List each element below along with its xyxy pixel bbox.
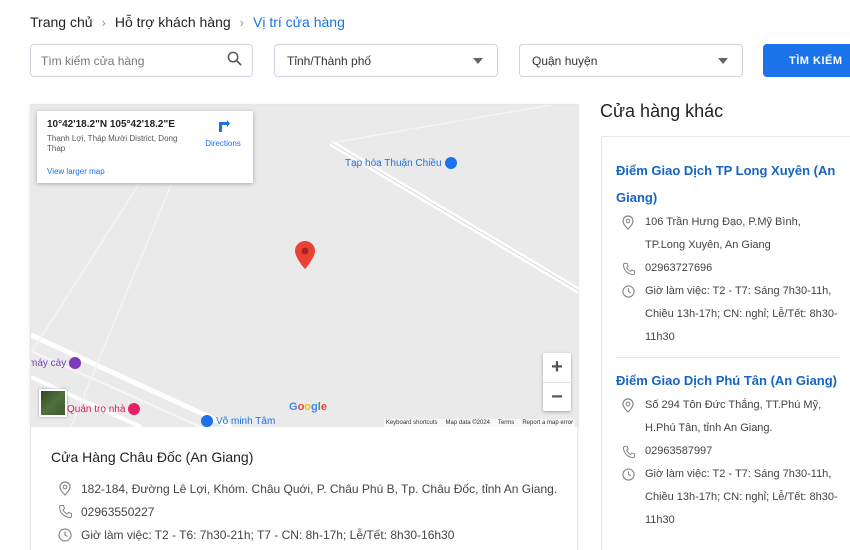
map-poi-lodging[interactable]: Quán trọ nhà <box>67 403 141 415</box>
other-store-hours: Giờ làm việc: T2 - T7: Sáng 7h30-11h, Ch… <box>645 285 838 343</box>
other-store-phone[interactable]: 02963587997 <box>645 440 841 463</box>
store-phone-row: 02963550227 <box>51 500 561 523</box>
bed-icon <box>128 403 141 415</box>
map-poi-store[interactable]: Tạp hóa Thuận Chiều <box>345 157 457 169</box>
clock-icon <box>57 527 73 543</box>
district-select-value: Quận huyện <box>532 53 598 68</box>
other-store-address: Số 294 Tôn Đức Thắng, TT.Phú Mỹ, H.Phú T… <box>645 399 822 434</box>
map-poi-person[interactable]: Võ minh Tâm <box>201 415 275 427</box>
terms-link[interactable]: Terms <box>498 420 514 426</box>
store-hours: Giờ làm việc: T2 - T6: 7h30-21h; T7 - CN… <box>81 527 455 542</box>
breadcrumb-current: Vị trí cửa hàng <box>253 14 345 30</box>
other-stores-title: Cửa hàng khác <box>600 101 724 121</box>
map-poi-label: máy cày <box>31 357 67 369</box>
map-poi-label: Võ minh Tâm <box>216 415 276 427</box>
zoom-in-button[interactable]: + <box>543 353 571 382</box>
keyboard-shortcuts-link[interactable]: Keyboard shortcuts <box>386 420 438 426</box>
other-store-address-row: Số 294 Tôn Đức Thắng, TT.Phú Mỹ, H.Phú T… <box>616 394 841 440</box>
list-item[interactable]: Điểm Giao Dịch TP Long Xuyên (An Giang) … <box>616 157 841 349</box>
map-pin-icon[interactable] <box>295 241 315 269</box>
map-poi-label: Quán trọ nhà <box>67 403 126 415</box>
other-store-name[interactable]: Điểm Giao Dịch Phú Tân (An Giang) <box>616 367 841 394</box>
map-place-card: 10°42'18.2"N 105°42'18.2"E Thạnh Lợi, Th… <box>37 111 253 183</box>
report-map-error-link[interactable]: Report a map error <box>522 420 573 426</box>
search-button[interactable]: TÌM KIẾM <box>763 44 850 77</box>
other-stores-list: Điểm Giao Dịch TP Long Xuyên (An Giang) … <box>601 136 850 550</box>
province-select-value: Tỉnh/Thành phố <box>287 53 372 68</box>
clock-icon <box>622 280 636 303</box>
map-poi-label: Tạp hóa Thuận Chiều <box>345 157 442 169</box>
store-search-box <box>30 44 253 77</box>
satellite-toggle[interactable] <box>39 389 67 417</box>
breadcrumb-separator: › <box>239 14 245 30</box>
phone-icon <box>57 504 73 520</box>
google-logo: Google <box>289 401 327 413</box>
other-store-name[interactable]: Điểm Giao Dịch TP Long Xuyên (An Giang) <box>616 157 841 211</box>
location-pin-icon <box>622 394 636 417</box>
store-search-input[interactable] <box>41 53 227 68</box>
breadcrumb-home[interactable]: Trang chủ <box>30 14 93 30</box>
chevron-down-icon <box>718 57 728 64</box>
province-select[interactable]: Tỉnh/Thành phố <box>274 44 498 77</box>
other-store-hours-row: Giờ làm việc: T2 - T7: Sáng 7h30-11h, Ch… <box>616 280 841 349</box>
phone-icon <box>622 257 636 280</box>
location-pin-icon <box>622 211 636 234</box>
store-name: Cửa Hàng Châu Đốc (An Giang) <box>51 449 254 465</box>
store-address-row: 182-184, Đường Lê Lợi, Khóm. Châu Quới, … <box>51 477 561 500</box>
search-icon[interactable] <box>227 51 242 71</box>
shop-icon <box>444 157 457 169</box>
other-store-hours: Giờ làm việc: T2 - T7: Sáng 7h30-11h, Ch… <box>645 468 838 526</box>
embedded-map[interactable]: 10°42'18.2"N 105°42'18.2"E Thạnh Lợi, Th… <box>31 105 579 427</box>
place-icon <box>201 415 213 427</box>
map-footer: Keyboard shortcuts Map data ©2024 Terms … <box>383 419 575 427</box>
store-phone[interactable]: 02963550227 <box>81 505 154 519</box>
location-pin-icon <box>57 481 73 497</box>
phone-icon <box>622 440 636 463</box>
breadcrumb: Trang chủ › Hỗ trợ khách hàng › Vị trí c… <box>30 14 345 30</box>
store-map-card: 10°42'18.2"N 105°42'18.2"E Thạnh Lợi, Th… <box>30 104 579 550</box>
breadcrumb-separator: › <box>101 14 106 30</box>
other-store-phone-row: 02963727696 <box>616 257 841 280</box>
list-item[interactable]: Điểm Giao Dịch Phú Tân (An Giang) Số 294… <box>616 367 841 532</box>
store-hours-row: Giờ làm việc: T2 - T6: 7h30-21h; T7 - CN… <box>51 523 561 546</box>
other-store-address: 106 Trần Hưng Đạo, P.Mỹ Bình, TP.Long Xu… <box>645 216 801 251</box>
map-data-text: Map data ©2024 <box>445 420 490 426</box>
store-address: 182-184, Đường Lê Lợi, Khóm. Châu Quới, … <box>81 481 558 496</box>
clock-icon <box>622 463 636 486</box>
tractor-icon <box>69 357 82 369</box>
breadcrumb-support[interactable]: Hỗ trợ khách hàng <box>115 14 231 30</box>
chevron-down-icon <box>473 57 483 64</box>
district-select[interactable]: Quận huyện <box>519 44 743 77</box>
other-store-phone[interactable]: 02963727696 <box>645 257 841 280</box>
list-divider <box>616 357 840 358</box>
map-poi-machine[interactable]: máy cày <box>31 357 82 369</box>
map-place-address: Thạnh Lợi, Tháp Mười District, Dong Thap <box>47 134 178 153</box>
other-store-address-row: 106 Trần Hưng Đạo, P.Mỹ Bình, TP.Long Xu… <box>616 211 841 257</box>
directions-button[interactable]: Directions <box>203 119 243 148</box>
zoom-out-button[interactable]: − <box>543 383 571 412</box>
other-store-phone-row: 02963587997 <box>616 440 841 463</box>
other-store-hours-row: Giờ làm việc: T2 - T7: Sáng 7h30-11h, Ch… <box>616 463 841 532</box>
directions-icon <box>219 120 230 132</box>
view-larger-map-link[interactable]: View larger map <box>47 167 105 176</box>
directions-label: Directions <box>205 139 241 148</box>
zoom-controls: + − <box>543 353 571 411</box>
store-info: Cửa Hàng Châu Đốc (An Giang) 182-184, Đư… <box>51 449 561 546</box>
